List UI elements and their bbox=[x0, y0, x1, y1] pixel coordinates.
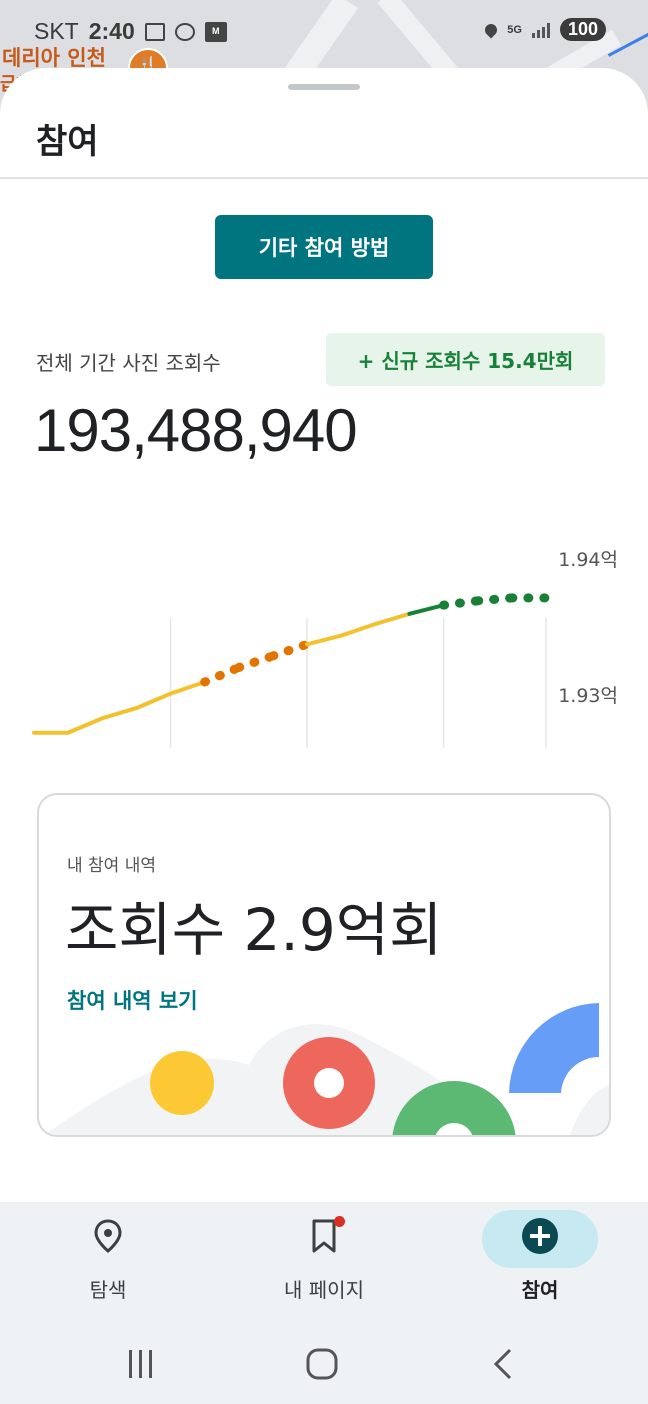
chart-line-segment bbox=[134, 691, 173, 711]
location-icon bbox=[482, 21, 500, 38]
add-circle-icon bbox=[520, 1216, 560, 1256]
drag-handle[interactable] bbox=[288, 84, 360, 90]
recent-apps-button[interactable] bbox=[120, 1344, 160, 1384]
chart-line-segment bbox=[473, 593, 517, 606]
y-tick-label: 1.93억 bbox=[558, 685, 618, 707]
location-pin-icon bbox=[88, 1216, 128, 1256]
chart-line-segment bbox=[407, 603, 446, 616]
home-button[interactable] bbox=[302, 1344, 342, 1384]
system-navigation-bar bbox=[0, 1320, 648, 1404]
chart-line-segment bbox=[339, 622, 378, 638]
back-button[interactable] bbox=[484, 1344, 524, 1384]
y-tick-label: 1.94억 bbox=[558, 549, 618, 571]
new-views-badge: + 신규 조회수 15.4만회 bbox=[326, 333, 605, 386]
fan-icon bbox=[174, 22, 195, 41]
tab-explore-label: 탐색 bbox=[89, 1278, 127, 1302]
my-contribution-card[interactable]: 내 참여 내역 조회수 2.9억회 참여 내역 보기 bbox=[37, 793, 611, 1137]
card-label: 내 참여 내역 bbox=[67, 856, 157, 876]
status-time: 2:40 bbox=[88, 18, 135, 44]
total-views-count: 193,488,940 bbox=[34, 397, 358, 464]
chart-line-segment bbox=[200, 663, 244, 687]
view-contributions-link[interactable]: 참여 내역 보기 bbox=[67, 985, 198, 1015]
contribute-sheet: 참여 기타 참여 방법 전체 기간 사진 조회수 + 신규 조회수 15.4만회… bbox=[0, 68, 648, 1204]
chart-line-segment bbox=[168, 680, 207, 696]
battery-indicator: 100 bbox=[559, 18, 606, 41]
tab-contribute[interactable]: 참여 bbox=[432, 1202, 648, 1320]
bottom-navigation: 탐색 내 페이지 참여 bbox=[0, 1202, 648, 1320]
network-type: 5G bbox=[507, 23, 522, 36]
chart-line-segment bbox=[439, 596, 483, 610]
calendar-icon bbox=[144, 22, 165, 41]
tab-explore[interactable]: 탐색 bbox=[0, 1202, 216, 1320]
other-contribution-button[interactable]: 기타 참여 방법 bbox=[215, 215, 433, 279]
chart-line-segment bbox=[234, 651, 278, 672]
chart-line-segment bbox=[268, 639, 312, 661]
chart-line-segment bbox=[305, 633, 344, 647]
status-bar: SKT 2:40 M 5G 100 bbox=[0, 14, 648, 54]
chart-line-segment bbox=[373, 611, 412, 626]
carrier-name: SKT bbox=[34, 18, 79, 44]
views-chart: 12월 28일1월 4일11일18일1.94억1.93억 bbox=[32, 549, 618, 748]
tab-my-page[interactable]: 내 페이지 bbox=[216, 1202, 432, 1320]
card-views-value: 조회수 2.9억회 bbox=[65, 896, 443, 964]
tab-contribute-label: 참여 bbox=[521, 1278, 559, 1302]
notification-dot bbox=[334, 1216, 345, 1227]
tab-my-page-label: 내 페이지 bbox=[284, 1278, 364, 1302]
divider bbox=[0, 177, 648, 179]
chart-line-segment bbox=[66, 716, 105, 735]
chart-line-segment bbox=[100, 706, 139, 721]
page-title: 참여 bbox=[36, 122, 99, 162]
total-views-label: 전체 기간 사진 조회수 bbox=[36, 351, 221, 375]
stock-app-icon: M bbox=[204, 21, 227, 42]
signal-icon bbox=[531, 22, 550, 38]
